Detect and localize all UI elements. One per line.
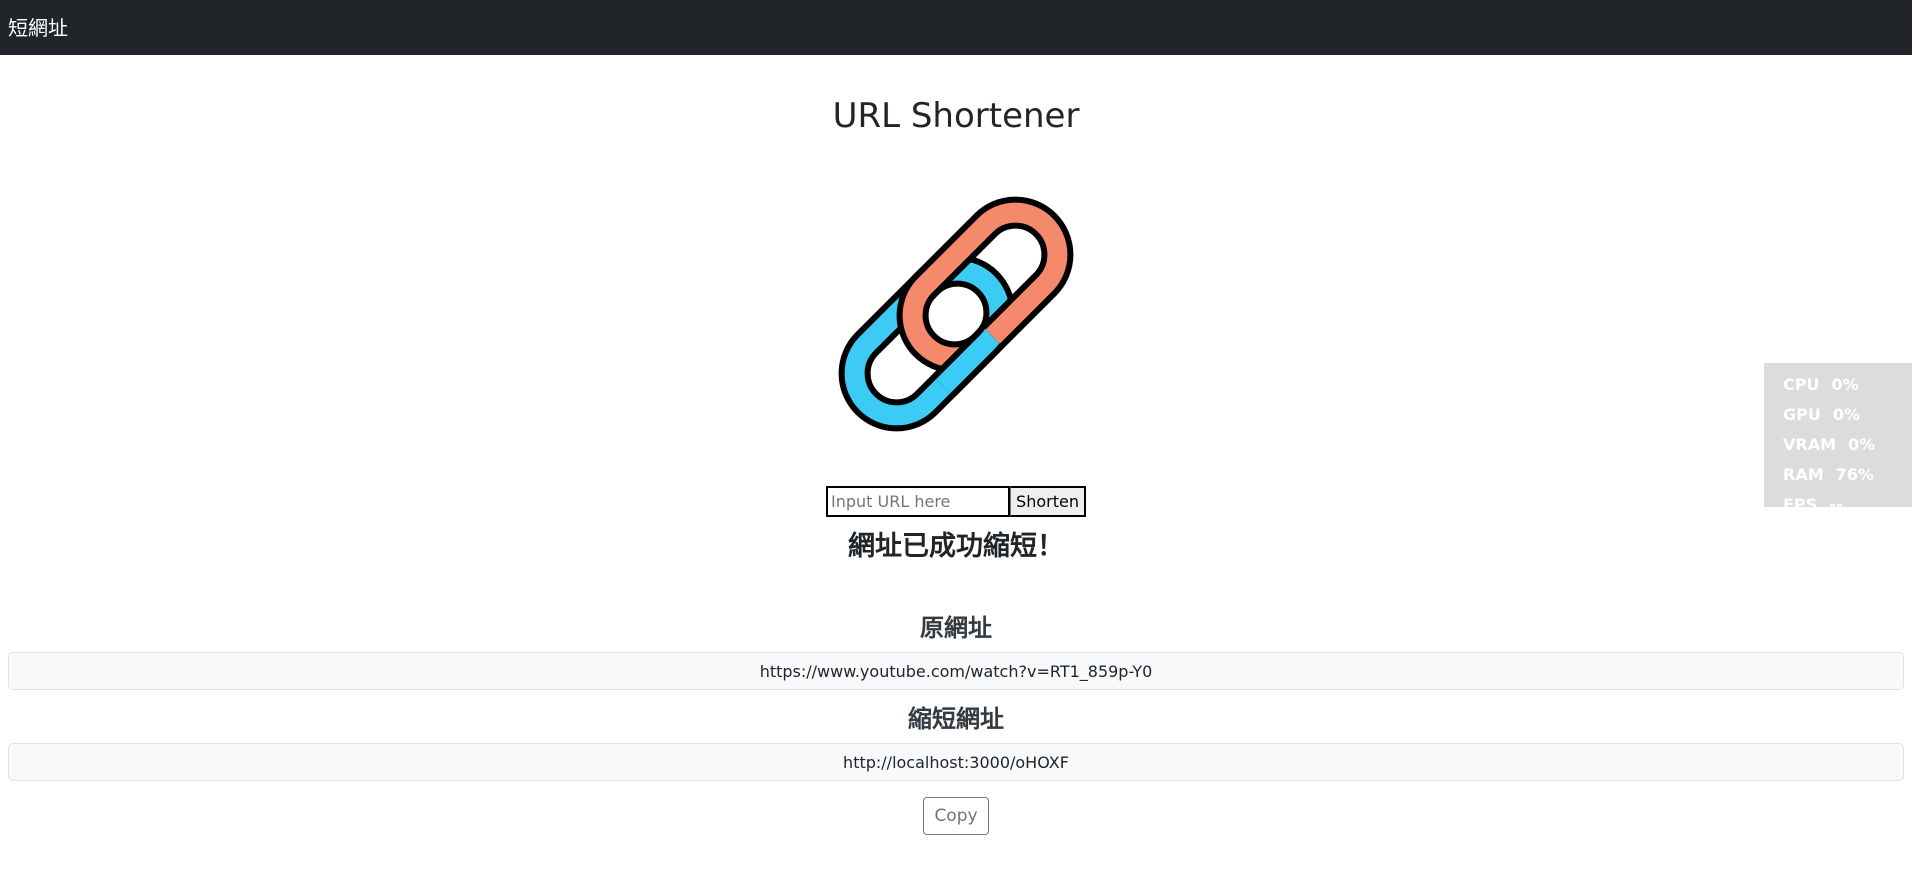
url-input[interactable] <box>826 486 1010 517</box>
perf-row-vram: VRAM 0% <box>1783 429 1912 459</box>
perf-label: FPS <box>1783 494 1818 514</box>
short-url-box: http://localhost:3000/oHOXF <box>8 743 1904 781</box>
perf-label: GPU <box>1783 404 1821 424</box>
short-url-value: http://localhost:3000/oHOXF <box>843 752 1069 772</box>
perf-row-cpu: CPU 0% <box>1783 369 1912 399</box>
navbar: 短網址 <box>0 0 1912 55</box>
perf-label: VRAM <box>1783 434 1837 454</box>
original-url-box: https://www.youtube.com/watch?v=RT1_859p… <box>8 652 1904 690</box>
perf-row-gpu: GPU 0% <box>1783 399 1912 429</box>
perf-row-ram: RAM 76% <box>1783 459 1912 489</box>
shorten-form: Shorten <box>826 486 1086 517</box>
success-message: 網址已成功縮短！ <box>848 531 1064 562</box>
shorten-button[interactable]: Shorten <box>1010 486 1086 517</box>
perf-value: 0% <box>1831 374 1859 394</box>
navbar-brand[interactable]: 短網址 <box>8 18 68 38</box>
performance-overlay: CPU 0% GPU 0% VRAM 0% RAM 76% FPS -- <box>1764 363 1912 514</box>
original-url-label: 原網址 <box>920 614 992 642</box>
perf-row-fps: FPS -- <box>1783 489 1912 519</box>
chain-link-icon <box>838 196 1074 432</box>
perf-value: 0% <box>1848 434 1876 454</box>
perf-value: 76% <box>1835 464 1874 484</box>
perf-value: 0% <box>1832 404 1861 424</box>
perf-label: RAM <box>1783 464 1824 484</box>
short-url-label: 縮短網址 <box>908 705 1004 733</box>
page-title: URL Shortener <box>832 96 1080 136</box>
original-url-value: https://www.youtube.com/watch?v=RT1_859p… <box>759 661 1153 681</box>
perf-value: -- <box>1829 494 1843 514</box>
perf-label: CPU <box>1783 374 1820 394</box>
copy-button[interactable]: Copy <box>923 797 989 835</box>
